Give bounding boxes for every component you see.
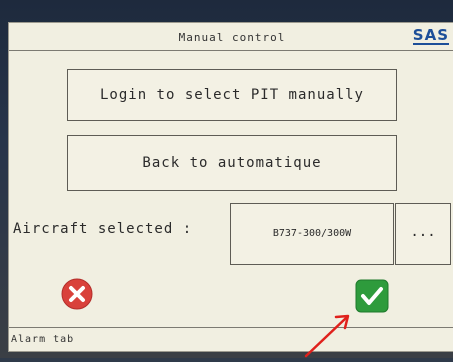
red-arrow-annotation [300, 310, 360, 358]
sas-logo: SAS [412, 26, 449, 45]
title-bar: Manual control SAS [9, 23, 453, 51]
touch-screen: Manual control SAS Login to select PIT m… [8, 22, 453, 352]
status-bar: Alarm tab [9, 327, 453, 353]
back-to-automatic-button[interactable]: Back to automatique [67, 135, 397, 191]
aircraft-selected-field[interactable]: B737-300/300W [230, 203, 394, 265]
aircraft-more-button[interactable]: ... [395, 203, 451, 265]
aircraft-selected-label: Aircraft selected : [13, 221, 193, 237]
window-title: Manual control [178, 31, 286, 44]
login-select-pit-button[interactable]: Login to select PIT manually [67, 69, 397, 121]
alarm-tab[interactable]: Alarm tab [11, 334, 74, 345]
check-icon[interactable] [355, 279, 389, 313]
close-icon[interactable] [61, 278, 93, 310]
